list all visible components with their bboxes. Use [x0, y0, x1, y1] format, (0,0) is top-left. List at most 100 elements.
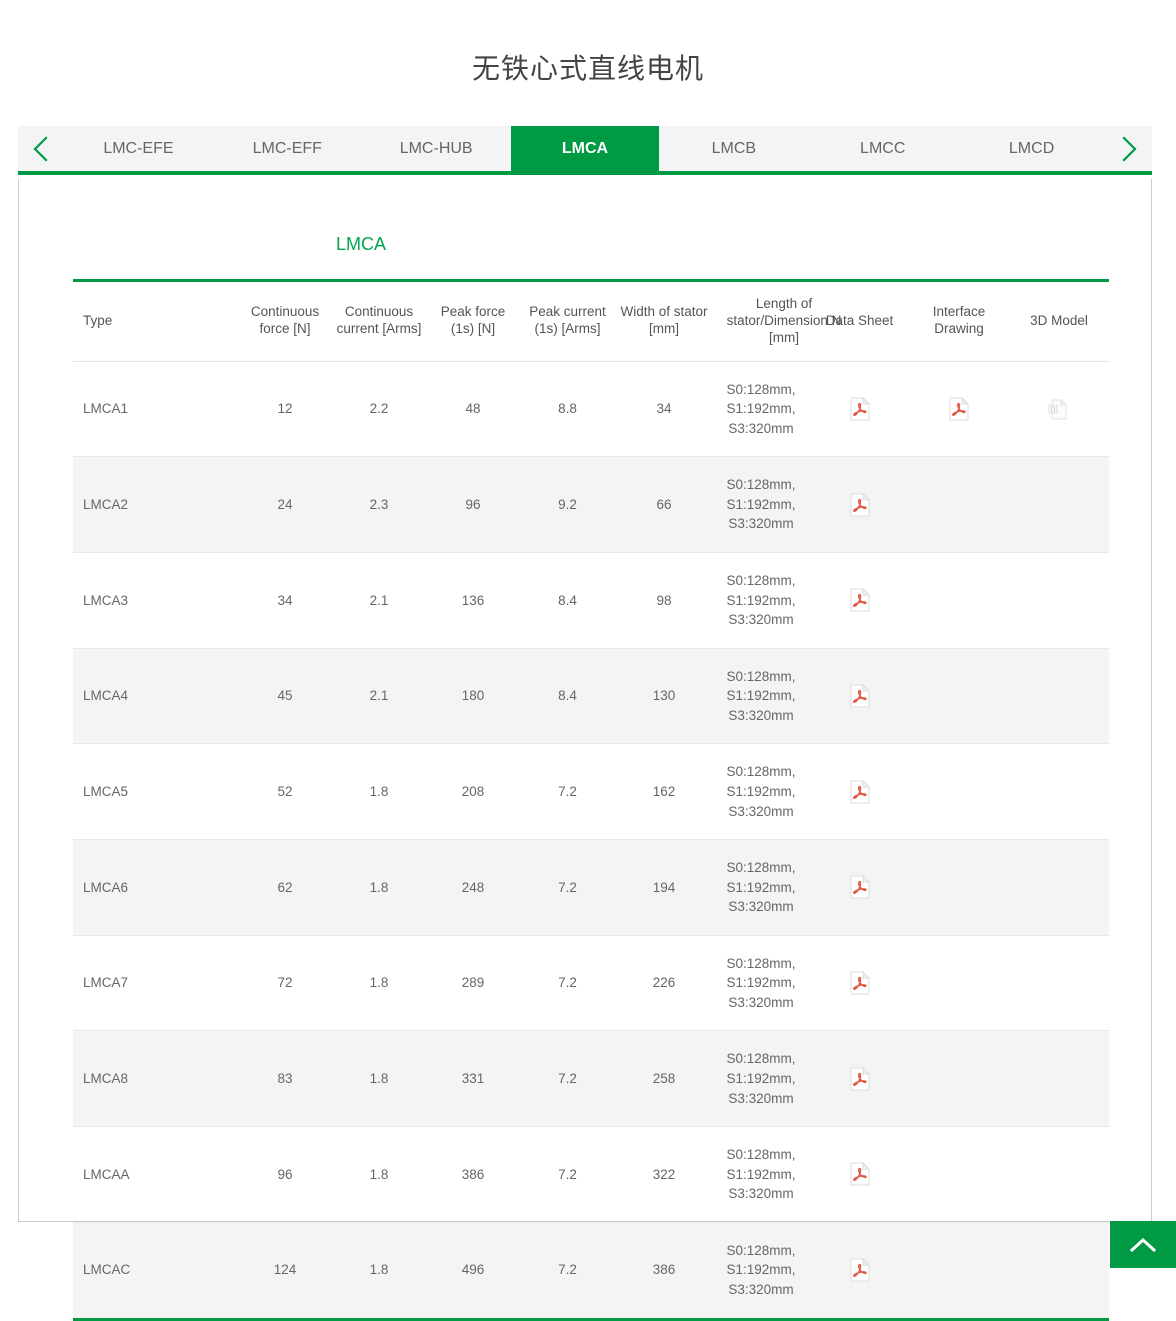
tab-label: LMCD — [1009, 140, 1054, 158]
cell-data-sheet[interactable] — [810, 1031, 909, 1127]
chevron-left-icon — [30, 134, 52, 164]
cell-peak-current: 7.2 — [519, 840, 616, 936]
cell-interface-drawing — [909, 457, 1009, 553]
cell-3d-model — [1009, 553, 1109, 649]
cell-continuous-current: 2.3 — [331, 457, 427, 553]
cell-peak-current: 8.4 — [519, 553, 616, 649]
cell-continuous-current: 1.8 — [331, 1222, 427, 1319]
tab-label: LMC-EFF — [253, 140, 322, 158]
pdf-icon — [948, 397, 970, 421]
cell-continuous-current: 2.1 — [331, 553, 427, 649]
cell-peak-force: 180 — [427, 648, 519, 744]
cell-interface-drawing[interactable] — [909, 361, 1009, 457]
table-row: LMCA8831.83317.2258S0:128mm,S1:192mm,S3:… — [73, 1031, 1109, 1127]
cell-length-of-stator: S0:128mm,S1:192mm,S3:320mm — [712, 361, 810, 457]
cell-data-sheet[interactable] — [810, 1127, 909, 1223]
cell-peak-current: 7.2 — [519, 1127, 616, 1223]
tab-lmcc[interactable]: LMCC — [808, 126, 957, 171]
tab-lmcb[interactable]: LMCB — [659, 126, 808, 171]
cell-continuous-current: 1.8 — [331, 1127, 427, 1223]
cell-data-sheet[interactable] — [810, 457, 909, 553]
cell-data-sheet[interactable] — [810, 840, 909, 936]
cell-continuous-force: 72 — [239, 935, 331, 1031]
pdf-icon — [849, 588, 871, 612]
pdf-icon — [849, 780, 871, 804]
cell-length-of-stator: S0:128mm,S1:192mm,S3:320mm — [712, 1031, 810, 1127]
table-row: LMCA7721.82897.2226S0:128mm,S1:192mm,S3:… — [73, 935, 1109, 1031]
cell-length-of-stator: S0:128mm,S1:192mm,S3:320mm — [712, 935, 810, 1031]
cell-length-of-stator: S0:128mm,S1:192mm,S3:320mm — [712, 840, 810, 936]
tab-label: LMCA — [562, 140, 608, 158]
chevron-up-icon — [1128, 1236, 1158, 1254]
tab-lmc-efe[interactable]: LMC-EFE — [64, 126, 213, 171]
cell-peak-force: 136 — [427, 553, 519, 649]
cell-3d-model — [1009, 1127, 1109, 1223]
cell-interface-drawing — [909, 935, 1009, 1031]
cell-continuous-current: 2.2 — [331, 361, 427, 457]
pdf-icon — [849, 493, 871, 517]
cell-peak-current: 9.2 — [519, 457, 616, 553]
pdf-icon — [849, 875, 871, 899]
cell-width-of-stator: 322 — [616, 1127, 712, 1223]
tab-label: LMC-HUB — [400, 140, 473, 158]
cell-continuous-current: 1.8 — [331, 744, 427, 840]
cell-data-sheet[interactable] — [810, 648, 909, 744]
cell-type: LMCA5 — [73, 744, 239, 840]
tab-lmc-eff[interactable]: LMC-EFF — [213, 126, 362, 171]
tab-lmca[interactable]: LMCA — [511, 126, 660, 171]
tab-label: LMC-EFE — [103, 140, 173, 158]
cell-length-of-stator: S0:128mm,S1:192mm,S3:320mm — [712, 1127, 810, 1223]
cell-data-sheet[interactable] — [810, 553, 909, 649]
cell-continuous-force: 62 — [239, 840, 331, 936]
cell-peak-force: 289 — [427, 935, 519, 1031]
spec-table-body: LMCA1122.2488.834S0:128mm,S1:192mm,S3:32… — [73, 361, 1109, 1319]
content-panel: LMCA Type Continuous force [N] Continuou… — [18, 179, 1152, 1222]
cell-type: LMCA4 — [73, 648, 239, 744]
table-row: LMCA4452.11808.4130S0:128mm,S1:192mm,S3:… — [73, 648, 1109, 744]
table-row: LMCAC1241.84967.2386S0:128mm,S1:192mm,S3… — [73, 1222, 1109, 1319]
cell-length-of-stator: S0:128mm,S1:192mm,S3:320mm — [712, 457, 810, 553]
cell-width-of-stator: 258 — [616, 1031, 712, 1127]
cell-3d-model[interactable] — [1009, 361, 1109, 457]
cell-width-of-stator: 386 — [616, 1222, 712, 1319]
tab-lmcd[interactable]: LMCD — [957, 126, 1106, 171]
cell-continuous-force: 34 — [239, 553, 331, 649]
cell-3d-model — [1009, 1222, 1109, 1319]
table-row: LMCA5521.82087.2162S0:128mm,S1:192mm,S3:… — [73, 744, 1109, 840]
cell-width-of-stator: 130 — [616, 648, 712, 744]
column-header-3d-model: 3D Model — [1009, 281, 1109, 362]
tab-label: LMCC — [860, 140, 905, 158]
cell-data-sheet[interactable] — [810, 935, 909, 1031]
back-to-top-button[interactable] — [1110, 1221, 1176, 1268]
tab-lmc-hub[interactable]: LMC-HUB — [362, 126, 511, 171]
cell-type: LMCAA — [73, 1127, 239, 1223]
pdf-icon — [849, 971, 871, 995]
cell-data-sheet[interactable] — [810, 1222, 909, 1319]
cell-peak-current: 7.2 — [519, 744, 616, 840]
cell-interface-drawing — [909, 1031, 1009, 1127]
cell-peak-force: 48 — [427, 361, 519, 457]
column-header-length-of-stator: Length of stator/Dimension N [mm] — [712, 281, 810, 362]
cell-3d-model — [1009, 1031, 1109, 1127]
cell-data-sheet[interactable] — [810, 361, 909, 457]
spec-table: Type Continuous force [N] Continuous cur… — [73, 279, 1109, 1321]
column-header-continuous-current: Continuous current [Arms] — [331, 281, 427, 362]
spec-table-container: Type Continuous force [N] Continuous cur… — [73, 279, 1109, 1321]
cell-continuous-current: 1.8 — [331, 935, 427, 1031]
table-header-row: Type Continuous force [N] Continuous cur… — [73, 281, 1109, 362]
tabs-next-button[interactable] — [1106, 126, 1152, 171]
cell-3d-model — [1009, 457, 1109, 553]
cell-interface-drawing — [909, 840, 1009, 936]
column-header-interface-drawing: Interface Drawing — [909, 281, 1009, 362]
cell-3d-model — [1009, 744, 1109, 840]
cell-width-of-stator: 226 — [616, 935, 712, 1031]
cell-interface-drawing — [909, 744, 1009, 840]
column-header-width-of-stator: Width of stator [mm] — [616, 281, 712, 362]
tabs-prev-button[interactable] — [18, 126, 64, 171]
cad-file-icon — [1048, 397, 1070, 421]
cell-width-of-stator: 162 — [616, 744, 712, 840]
cell-data-sheet[interactable] — [810, 744, 909, 840]
cell-type: LMCAC — [73, 1222, 239, 1319]
pdf-icon — [849, 397, 871, 421]
cell-peak-force: 386 — [427, 1127, 519, 1223]
